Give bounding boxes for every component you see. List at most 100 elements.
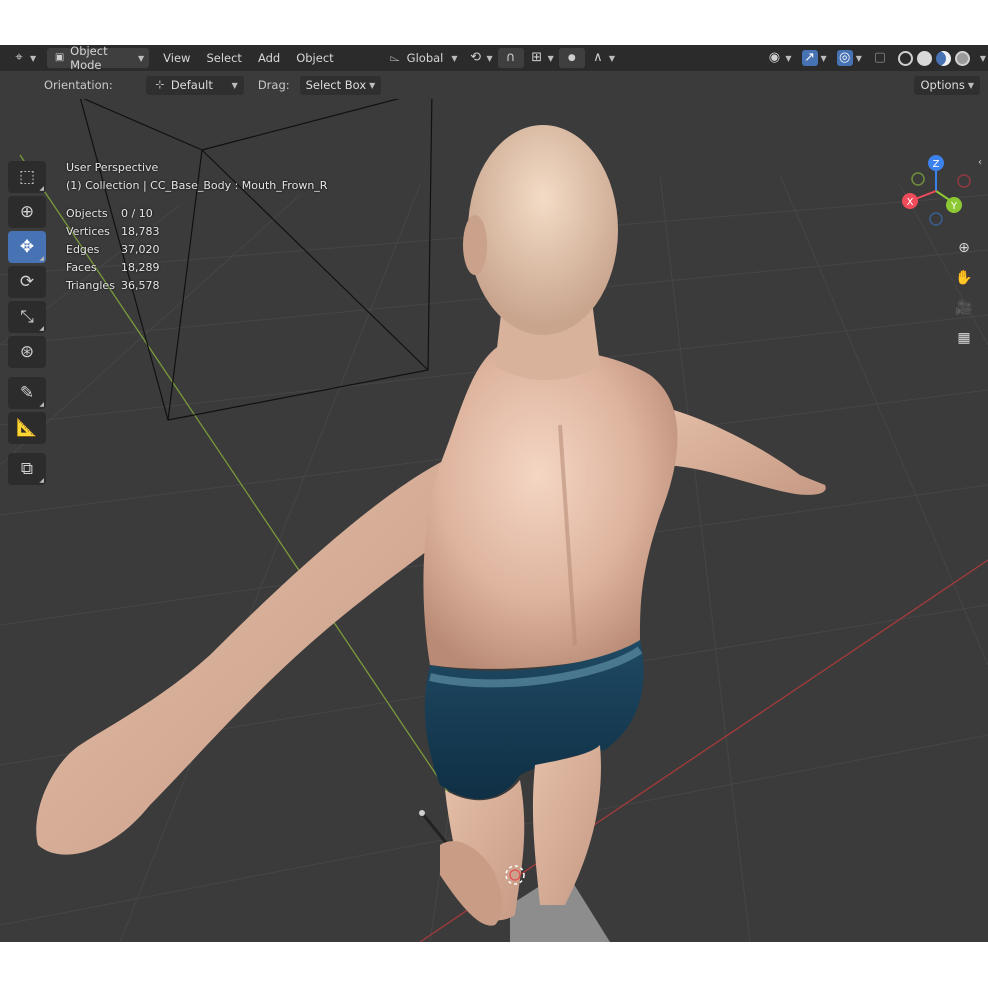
expand-arrow-icon[interactable]: ‹: [978, 157, 982, 168]
editor-type-button[interactable]: ⌖ ▼: [6, 48, 41, 68]
hand-icon: ✋: [955, 270, 973, 286]
cursor-icon: ⊕: [19, 202, 35, 222]
chevron-down-icon: ▼: [979, 53, 986, 63]
snap-toggle[interactable]: ∩: [497, 48, 524, 68]
zoom-icon: ⊕: [958, 240, 970, 256]
overlays-dropdown[interactable]: ◎ ▼: [832, 48, 867, 68]
gizmo-neg-y[interactable]: [911, 172, 925, 186]
rendered-shading-icon[interactable]: [954, 50, 970, 66]
chevron-down-icon: ▼: [785, 53, 792, 63]
falloff-icon: ∧: [593, 50, 603, 65]
chevron-down-icon: ▼: [231, 80, 238, 90]
chevron-down-icon: ▼: [30, 53, 37, 63]
orientation-label: Global: [406, 51, 444, 65]
stat-label: Vertices: [66, 225, 110, 238]
xray-icon: ▢: [873, 50, 886, 65]
gizmo-x-label: X: [907, 197, 914, 208]
stat-value: 36,578: [121, 279, 160, 292]
chevron-down-icon: ▼: [967, 80, 974, 90]
annotate-tool[interactable]: ✎ ◢: [8, 377, 46, 409]
drag-dropdown[interactable]: Select Box ▼: [299, 75, 382, 95]
tool-settings-bar: Orientation: ⊹ Default ▼ Drag: Select Bo…: [0, 71, 988, 99]
chevron-down-icon: ▼: [451, 53, 458, 63]
gizmo-dropdown[interactable]: ↗ ▼: [797, 48, 832, 68]
measure-tool[interactable]: 📐: [8, 412, 46, 444]
pivot-icon: ⟲: [470, 50, 481, 65]
grid-icon: ▦: [957, 330, 971, 346]
drag-label: Drag:: [257, 78, 290, 92]
annotate-icon: ✎: [19, 383, 35, 403]
magnet-icon: ∩: [505, 50, 516, 65]
orientation-icon: ⌳: [389, 50, 400, 65]
solid-shading-icon[interactable]: [916, 50, 932, 66]
editor-type-icon: ⌖: [15, 50, 23, 65]
wireframe-shading-icon[interactable]: [897, 50, 913, 66]
orientation-dropdown[interactable]: ⊹ Default ▼: [145, 75, 244, 95]
chevron-down-icon: ▼: [369, 80, 376, 90]
chevron-down-icon: ▼: [820, 53, 827, 63]
move-icon: ✥: [19, 237, 35, 257]
add-cube-tool[interactable]: ⧉ ◢: [8, 453, 46, 485]
select-box-tool[interactable]: ⬚ ◢: [8, 161, 46, 193]
shading-buttons: [893, 48, 975, 68]
ortho-toggle-button[interactable]: ▦: [951, 325, 977, 351]
menu-view[interactable]: View: [155, 51, 198, 65]
transform-orientation-dropdown[interactable]: ⌳ Global ▼: [382, 48, 463, 68]
stat-value: 37,020: [121, 243, 160, 256]
visibility-dropdown[interactable]: ◉ ▼: [761, 48, 796, 68]
gizmo-z-label: Z: [933, 159, 940, 170]
menu-object[interactable]: Object: [288, 51, 341, 65]
cursor-tool[interactable]: ⊕: [8, 196, 46, 228]
collection-path: (1) Collection | CC_Base_Body : Mouth_Fr…: [66, 179, 328, 192]
proportional-edit-toggle[interactable]: ●: [558, 48, 585, 68]
viewport-text-overlay: User Perspective (1) Collection | CC_Bas…: [66, 159, 327, 295]
menu-add[interactable]: Add: [250, 51, 288, 65]
blender-window: ⌖ ▼ ▣ Object Mode ▼ View Select Add Objec…: [0, 45, 988, 942]
shading-dropdown[interactable]: ▼: [975, 48, 988, 68]
stat-label: Edges: [66, 243, 100, 256]
gizmo-y-label: Y: [950, 201, 958, 212]
drag-value: Select Box: [305, 78, 367, 92]
transform-tool[interactable]: ⊛: [8, 336, 46, 368]
zoom-button[interactable]: ⊕: [951, 235, 977, 261]
pan-button[interactable]: ✋: [951, 265, 977, 291]
gizmo-neg-x[interactable]: [957, 174, 971, 188]
move-tool[interactable]: ✥ ◢: [8, 231, 46, 263]
xray-toggle[interactable]: ▢: [867, 48, 893, 68]
scene-stats: Objects 0 / 10 Vertices 18,783 Edges 37,020…: [66, 205, 327, 295]
stat-label: Faces: [66, 261, 97, 274]
navigation-gizmo[interactable]: Z Y X: [894, 151, 982, 231]
mode-dropdown[interactable]: ▣ Object Mode ▼: [47, 45, 150, 72]
overlays-icon: ◎: [836, 50, 853, 66]
gizmo-neg-z[interactable]: [929, 212, 943, 226]
proportional-icon: ●: [567, 53, 576, 63]
camera-view-button[interactable]: 🎥: [951, 295, 977, 321]
stat-label: Objects: [66, 207, 108, 220]
add-cube-icon: ⧉: [20, 459, 34, 479]
orientation-label: Orientation:: [44, 78, 113, 92]
rotate-icon: ⟳: [19, 272, 35, 292]
measure-icon: 📐: [16, 418, 38, 438]
3d-viewport[interactable]: ⬚ ◢ ⊕ ✥ ◢ ⟳ ⤡ ◢ ⊛ ✎ ◢ 📐 ⧉ ◢ User Perspective …: [0, 99, 988, 942]
view-name: User Perspective: [66, 161, 159, 174]
scale-tool[interactable]: ⤡ ◢: [8, 301, 46, 333]
chevron-down-icon: ▼: [486, 53, 493, 63]
pivot-dropdown[interactable]: ⟲ ▼: [463, 48, 498, 68]
gizmo-icon: ↗: [801, 50, 818, 66]
orientation-value: Default: [170, 78, 213, 92]
options-dropdown[interactable]: Options ▼: [914, 75, 980, 95]
stat-value: 0 / 10: [121, 207, 153, 220]
stat-value: 18,289: [121, 261, 160, 274]
object-mode-icon: ▣: [54, 52, 65, 63]
material-shading-icon[interactable]: [935, 50, 951, 66]
chevron-down-icon: ▼: [547, 53, 554, 63]
eye-icon: ◉: [768, 50, 781, 65]
rotate-tool[interactable]: ⟳: [8, 266, 46, 298]
snap-target-dropdown[interactable]: ⊞ ▼: [524, 48, 559, 68]
falloff-dropdown[interactable]: ∧ ▼: [585, 48, 620, 68]
menu-select[interactable]: Select: [198, 51, 249, 65]
transform-icon: ⊛: [19, 342, 35, 362]
chevron-down-icon: ▼: [855, 53, 862, 63]
chevron-down-icon: ▼: [608, 53, 615, 63]
mode-label: Object Mode: [70, 45, 108, 72]
